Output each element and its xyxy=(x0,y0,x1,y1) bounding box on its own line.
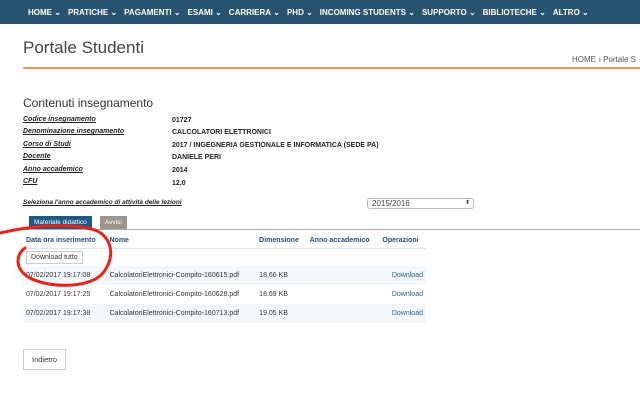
col-name[interactable]: Nome xyxy=(106,233,257,249)
page-title: Portale Studenti xyxy=(23,38,144,57)
row-size: 19.05 KB xyxy=(256,304,307,323)
breadcrumb-home[interactable]: HOME xyxy=(572,55,596,64)
row-date: 07/02/2017 19:17:38 xyxy=(23,304,107,323)
table-header: Data ora inserimento Nome Dimensione Ann… xyxy=(23,233,426,249)
materials-table: Data ora inserimento Nome Dimensione Ann… xyxy=(23,233,426,323)
title-divider xyxy=(23,67,640,69)
download-link[interactable]: Download xyxy=(379,285,426,304)
detail-label: Anno accademico xyxy=(23,166,83,173)
row-name: CalcolatoriElettronici-Compito-160713.pd… xyxy=(106,304,257,323)
detail-value: CALCOLATORI ELETTRONICI xyxy=(172,129,271,136)
table-row: 07/02/2017 19:17:38 CalcolatoriElettroni… xyxy=(23,304,426,323)
row-date: 07/02/2017 19:17:08 xyxy=(23,266,107,285)
detail-value: 12.0 xyxy=(172,180,186,187)
detail-value: 2017 / INGEGNERIA GESTIONALE E INFORMATI… xyxy=(172,142,379,149)
tab-avvisi[interactable]: Avvisi xyxy=(100,216,127,229)
row-year xyxy=(307,285,380,304)
back-button[interactable]: Indietro xyxy=(23,349,66,370)
nav-carriera[interactable]: CARRIERA ⌄ xyxy=(229,8,280,17)
tab-materiale-didattico[interactable]: Materiale didattico xyxy=(29,216,92,229)
detail-value: DANIELE PERI xyxy=(172,154,222,161)
download-link[interactable]: Download xyxy=(379,304,426,323)
row-year xyxy=(306,266,380,285)
col-operations: Operazioni xyxy=(379,233,426,249)
row-year xyxy=(306,304,380,323)
table-row: 07/02/2017 19:17:25 CalcolatoriElettroni… xyxy=(23,285,426,304)
tab-divider xyxy=(23,229,640,230)
nav-phd[interactable]: PHD ⌄ xyxy=(287,8,313,17)
detail-label: Codice insegnamento xyxy=(23,116,96,123)
breadcrumb-current: Portale S xyxy=(603,55,636,64)
nav-home[interactable]: HOME ⌄ xyxy=(28,8,61,17)
nav-pagamenti[interactable]: PAGAMENTI ⌄ xyxy=(124,8,180,17)
breadcrumb: HOME › Portale S xyxy=(571,55,636,64)
nav-altro[interactable]: ALTRO ⌄ xyxy=(553,8,589,17)
detail-label: Denominazione insegnamento xyxy=(23,128,125,135)
select-arrows-icon: ⬍ xyxy=(464,200,470,206)
row-date: 07/02/2017 19:17:25 xyxy=(26,291,91,298)
detail-label: Docente xyxy=(23,153,51,160)
col-size[interactable]: Dimensione xyxy=(256,233,307,249)
row-name: CalcolatoriElettronici-Compito-160615.pd… xyxy=(106,266,257,285)
col-year[interactable]: Anno accademico xyxy=(306,233,380,249)
top-nav: HOME ⌄ PRATICHE ⌄ PAGAMENTI ⌄ ESAMI ⌄ CA… xyxy=(0,0,640,24)
nav-supporto[interactable]: SUPPORTO ⌄ xyxy=(422,8,476,17)
download-all-button[interactable]: Download tutto xyxy=(26,251,83,264)
year-select-label: Seleziona l'anno accademico di attività … xyxy=(23,199,182,206)
year-select[interactable]: 2015/2016 ⬍ xyxy=(367,198,474,209)
nav-incoming-students[interactable]: INCOMING STUDENTS ⌄ xyxy=(320,8,415,17)
row-size: 18.69 KB xyxy=(259,291,288,298)
detail-label: CFU xyxy=(23,178,38,185)
year-select-value: 2015/2016 xyxy=(372,199,410,208)
col-date[interactable]: Data ora inserimento xyxy=(23,233,107,249)
row-size: 18.66 KB xyxy=(256,266,307,285)
nav-pratiche[interactable]: PRATICHE ⌄ xyxy=(68,8,117,17)
table-row: 07/02/2017 19:17:08 CalcolatoriElettroni… xyxy=(23,266,426,285)
detail-value: 01727 xyxy=(172,117,192,124)
nav-biblioteche[interactable]: BIBLIOTECHE ⌄ xyxy=(483,8,546,17)
download-link[interactable]: Download xyxy=(379,266,426,285)
row-name: CalcolatoriElettronici-Compito-160628.pd… xyxy=(109,291,240,298)
section-title: Contenuti insegnamento xyxy=(23,96,154,110)
detail-value: 2014 xyxy=(172,167,188,174)
detail-label: Corso di Studi xyxy=(23,141,71,148)
nav-esami[interactable]: ESAMI ⌄ xyxy=(188,8,222,17)
